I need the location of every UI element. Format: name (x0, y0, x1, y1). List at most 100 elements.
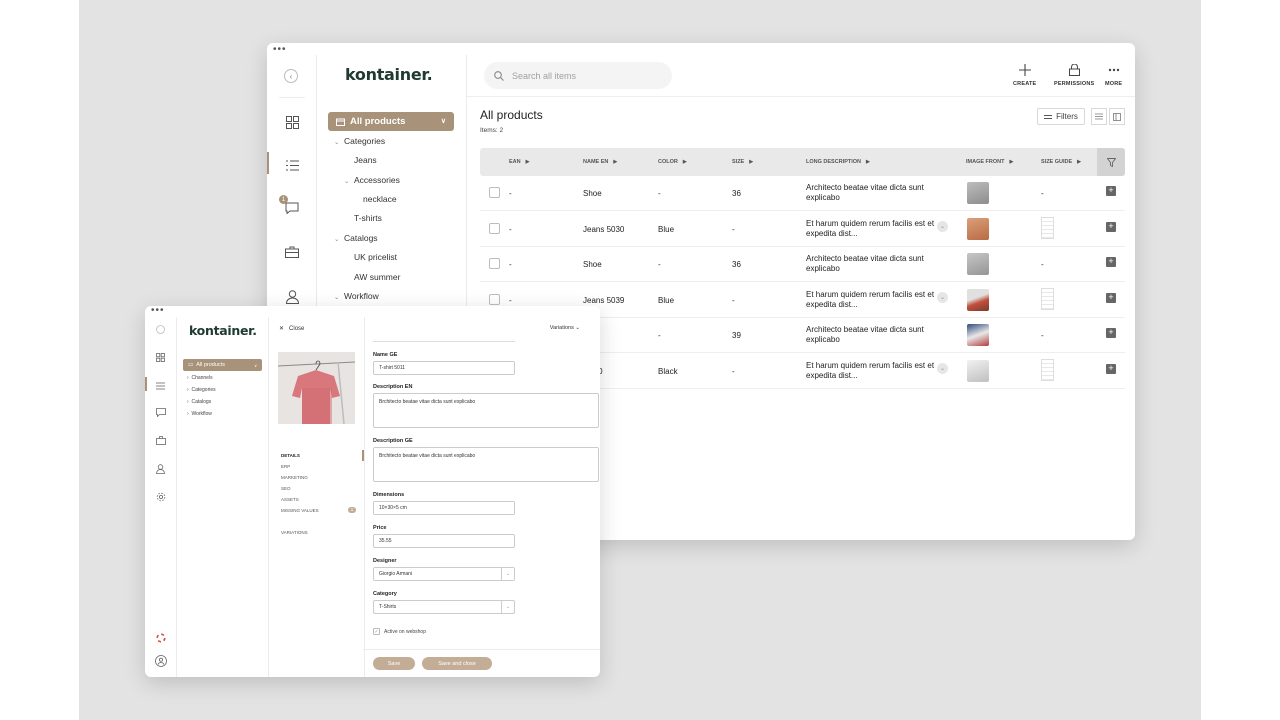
cell-image-front[interactable] (967, 217, 989, 240)
list-icon[interactable] (154, 379, 167, 392)
row-checkbox[interactable] (489, 187, 500, 198)
column-header-image-front[interactable]: IMAGE FRONT ▶ (966, 159, 1013, 165)
add-row-icon[interactable]: + (1106, 186, 1116, 196)
active-indicator (362, 450, 364, 461)
dimensions-field[interactable]: 10×30×5 cm (373, 501, 515, 515)
cell-size: 36 (732, 260, 741, 269)
nav-seo[interactable]: SEO (281, 486, 291, 491)
expand-chevron-icon[interactable]: ⌄ (937, 362, 948, 374)
briefcase-icon[interactable] (283, 243, 301, 261)
designer-select[interactable]: Giorgio Armani ⌄ (373, 567, 515, 581)
add-row-icon[interactable]: + (1106, 221, 1116, 232)
column-header-name[interactable]: NAME EN ▶ (583, 159, 617, 165)
notification-badge: 1 (279, 195, 288, 204)
user-icon[interactable] (283, 288, 301, 306)
expand-chevron-icon[interactable]: ⌄ (937, 220, 948, 232)
search-input[interactable]: Search all items (484, 62, 672, 89)
chat-icon[interactable]: 1 (279, 195, 301, 217)
category-select[interactable]: T-Shirts ⌄ (373, 600, 515, 614)
grid-view-button[interactable] (1109, 108, 1125, 125)
add-row-icon[interactable]: + (1106, 328, 1116, 338)
add-row-icon[interactable]: + (1106, 292, 1116, 303)
filters-button[interactable]: Filters (1037, 108, 1085, 125)
tree-item-categories[interactable]: ⌄ Categories (334, 136, 385, 146)
user-icon[interactable] (154, 462, 167, 475)
name-ge-field[interactable]: T-shirt 5011 (373, 361, 515, 375)
column-header-long-description[interactable]: LONG DESCRIPTION ▶ (806, 159, 870, 165)
save-button[interactable]: Save (373, 657, 415, 670)
tree-item-catalogs[interactable]: ⌄ Catalogs (334, 233, 378, 243)
cell-image-front[interactable] (967, 288, 989, 311)
cell-color: Black (658, 366, 678, 376)
column-header-size[interactable]: SIZE ▶ (732, 159, 753, 165)
description-ge-field[interactable]: Brchitecto beatae vitae dicta sunt expli… (373, 447, 599, 482)
list-view-button[interactable] (1091, 108, 1107, 125)
variations-dropdown[interactable]: Variations ⌄ (550, 325, 580, 331)
nav-assets[interactable]: ASSETS (281, 497, 299, 502)
settings-icon[interactable] (154, 490, 167, 503)
tree-item-necklace[interactable]: necklace (363, 194, 397, 204)
all-products-button[interactable]: All products ∨ (328, 112, 454, 131)
nav-details[interactable]: DETAILS (281, 453, 300, 458)
cell-ean: - (509, 260, 512, 269)
chevron-down-icon: ∨ (254, 362, 257, 368)
row-checkbox[interactable] (489, 258, 500, 269)
tree-item-workflow[interactable]: ⌄ Workflow (334, 291, 379, 301)
size-guide-thumbnail[interactable] (1041, 287, 1054, 310)
active-on-webshop-checkbox[interactable]: ✓ Active on webshop (373, 628, 426, 635)
tree-item-tshirts[interactable]: T-shirts (354, 213, 382, 223)
table-row[interactable]: - Shoe - 36 Architecto beatae vitae dict… (480, 176, 1125, 211)
nav-missing-values[interactable]: MISSING VALUES (281, 508, 319, 513)
create-button[interactable]: CREATE (1013, 62, 1036, 87)
cell-image-front[interactable] (967, 359, 989, 382)
price-field[interactable]: 35.55 (373, 534, 515, 548)
all-products-button[interactable]: ▭ All products ∨ (183, 359, 262, 371)
tree-item-catalogs[interactable]: › Catalogs (187, 399, 211, 405)
size-guide-thumbnail[interactable] (1041, 216, 1054, 239)
cell-image-front[interactable] (967, 324, 989, 346)
nav-erp[interactable]: ERP (281, 464, 290, 469)
row-checkbox[interactable] (489, 293, 500, 305)
tree-item-channels[interactable]: › Channels (187, 375, 213, 381)
permissions-button[interactable]: PERMISSIONS (1054, 62, 1094, 87)
grid-icon[interactable] (154, 351, 167, 364)
grid-icon[interactable] (283, 113, 301, 131)
expand-chevron-icon[interactable]: ⌄ (937, 291, 948, 303)
nav-variations[interactable]: VARIATIONS (281, 530, 308, 535)
cell-image-front[interactable] (967, 182, 989, 204)
tree-item-accessories[interactable]: ⌄ Accessories (344, 175, 400, 185)
add-row-icon[interactable]: + (1106, 363, 1116, 374)
tree-item-workflow[interactable]: › Workflow (187, 411, 212, 417)
column-header-size-guide[interactable]: SIZE GUIDE ▶ (1041, 159, 1081, 165)
profile-icon[interactable] (154, 654, 167, 667)
window-controls[interactable]: ••• (273, 45, 287, 55)
tree-item-jeans[interactable]: Jeans (354, 155, 377, 165)
size-guide-thumbnail[interactable] (1041, 358, 1054, 381)
back-icon[interactable] (154, 323, 167, 336)
column-header-color[interactable]: COLOR ▶ (658, 159, 687, 165)
close-button[interactable]: ✕ Close (279, 325, 304, 332)
tree-item-uk-pricelist[interactable]: UK pricelist (354, 252, 397, 262)
window-controls[interactable]: ••• (151, 306, 165, 316)
save-and-close-button[interactable]: Save and close (422, 657, 492, 670)
row-checkbox[interactable] (489, 222, 500, 234)
briefcase-icon[interactable] (154, 434, 167, 447)
more-button[interactable]: MORE (1105, 62, 1122, 87)
brand-logo: kontainer. (189, 323, 257, 338)
cell-long-description: Architecto beatae vitae dicta sunt expli… (806, 254, 924, 273)
cell-image-front[interactable] (967, 253, 989, 275)
tree-item-aw-summer[interactable]: AW summer (354, 272, 400, 282)
help-lifebuoy-icon[interactable] (154, 631, 167, 644)
column-filter-button[interactable] (1097, 148, 1125, 176)
column-header-ean[interactable]: EAN ▶ (509, 159, 529, 165)
back-icon[interactable]: ‹ (284, 69, 298, 83)
table-row[interactable]: - Shoe - 36 Architecto beatae vitae dict… (480, 247, 1125, 282)
list-icon[interactable] (283, 156, 301, 174)
description-en-field[interactable]: Brchitecto beatae vitae dicta sunt expli… (373, 393, 599, 428)
product-editor-window: ••• kontainer. ▭ All products ∨ › Channels… (145, 306, 600, 677)
tree-item-categories[interactable]: › Categories (187, 387, 216, 393)
nav-marketing[interactable]: MARKETING (281, 475, 308, 480)
chat-icon[interactable] (154, 406, 167, 419)
add-row-icon[interactable]: + (1106, 257, 1116, 267)
table-row[interactable]: - Jeans 5030 Blue - Et harum quidem reru… (480, 212, 1125, 247)
